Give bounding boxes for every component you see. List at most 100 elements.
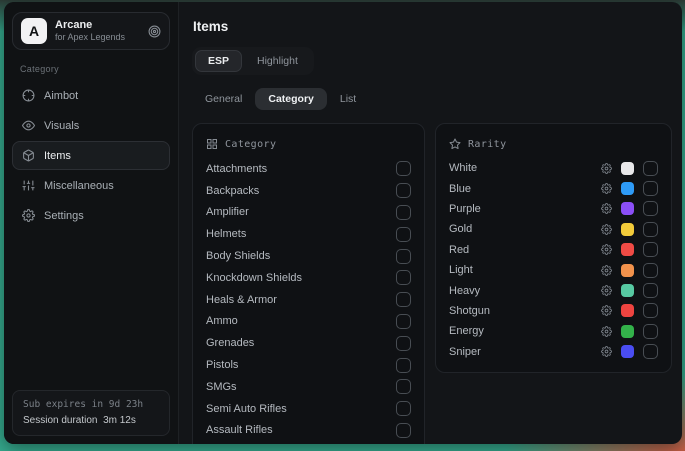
- color-swatch[interactable]: [621, 284, 634, 297]
- category-row: Heals & Armor: [206, 289, 411, 311]
- color-swatch[interactable]: [621, 345, 634, 358]
- category-checkbox[interactable]: [396, 423, 411, 438]
- category-checkbox[interactable]: [396, 336, 411, 351]
- category-row-label: Ammo: [206, 315, 396, 327]
- rarity-row-label: Purple: [449, 203, 592, 215]
- category-row-label: Pistols: [206, 359, 396, 371]
- category-checkbox[interactable]: [396, 161, 411, 176]
- star-icon: [449, 138, 461, 150]
- rarity-row: White: [449, 158, 658, 178]
- category-checkbox[interactable]: [396, 227, 411, 242]
- tab-category[interactable]: Category: [255, 88, 327, 110]
- sliders-icon: [22, 179, 35, 192]
- tabs: GeneralCategoryList: [192, 88, 672, 110]
- gear-icon[interactable]: [601, 244, 612, 255]
- category-checkbox[interactable]: [396, 183, 411, 198]
- sub-expiry-text: Sub expires in 9d 23h: [23, 398, 159, 413]
- sidebar-section-label: Category: [20, 64, 170, 74]
- app-window: A Arcane for Apex Legends Category Aimbo…: [4, 2, 682, 444]
- session-duration-text: Session duration 3m 12s: [23, 413, 159, 429]
- category-row-label: Body Shields: [206, 250, 396, 262]
- rarity-row-label: Energy: [449, 325, 592, 337]
- rarity-checkbox[interactable]: [643, 283, 658, 298]
- category-checkbox[interactable]: [396, 292, 411, 307]
- color-swatch[interactable]: [621, 243, 634, 256]
- category-row: Ammo: [206, 311, 411, 333]
- gear-icon[interactable]: [601, 163, 612, 174]
- color-swatch[interactable]: [621, 182, 634, 195]
- rarity-checkbox[interactable]: [643, 222, 658, 237]
- rarity-row-label: Red: [449, 244, 592, 256]
- category-checkbox[interactable]: [396, 205, 411, 220]
- category-checkbox[interactable]: [396, 249, 411, 264]
- gear-icon[interactable]: [601, 224, 612, 235]
- rarity-row-label: Heavy: [449, 285, 592, 297]
- rarity-checkbox[interactable]: [643, 201, 658, 216]
- gear-icon[interactable]: [601, 346, 612, 357]
- rarity-checkbox[interactable]: [643, 181, 658, 196]
- gear-icon[interactable]: [601, 265, 612, 276]
- rarity-checkbox[interactable]: [643, 303, 658, 318]
- color-swatch[interactable]: [621, 223, 634, 236]
- gear-icon[interactable]: [601, 305, 612, 316]
- category-row: Assault Rifles: [206, 420, 411, 442]
- page-title: Items: [193, 19, 672, 34]
- gear-icon[interactable]: [601, 203, 612, 214]
- crosshair-icon: [22, 89, 35, 102]
- sidebar-item-label: Visuals: [44, 120, 79, 132]
- category-checkbox[interactable]: [396, 401, 411, 416]
- mode-highlight[interactable]: Highlight: [244, 50, 311, 72]
- sidebar-item-settings[interactable]: Settings: [12, 201, 170, 230]
- sidebar-item-items[interactable]: Items: [12, 141, 170, 170]
- target-icon[interactable]: [148, 25, 161, 38]
- category-row: Helmets: [206, 223, 411, 245]
- color-swatch[interactable]: [621, 264, 634, 277]
- rarity-checkbox[interactable]: [643, 263, 658, 278]
- grid-icon: [206, 138, 218, 150]
- category-row: Pistols: [206, 354, 411, 376]
- tab-list[interactable]: List: [327, 88, 369, 110]
- category-panel-title: Category: [225, 139, 276, 150]
- rarity-row: Gold: [449, 219, 658, 239]
- rarity-checkbox[interactable]: [643, 161, 658, 176]
- category-row-label: Semi Auto Rifles: [206, 403, 396, 415]
- rarity-row-label: Sniper: [449, 346, 592, 358]
- mode-esp[interactable]: ESP: [195, 50, 242, 72]
- gear-icon[interactable]: [601, 285, 612, 296]
- rarity-checkbox[interactable]: [643, 242, 658, 257]
- sidebar-item-visuals[interactable]: Visuals: [12, 111, 170, 140]
- sidebar: A Arcane for Apex Legends Category Aimbo…: [4, 2, 179, 444]
- category-row: Attachments: [206, 158, 411, 180]
- category-row: Grenades: [206, 332, 411, 354]
- rarity-checkbox[interactable]: [643, 344, 658, 359]
- category-checkbox[interactable]: [396, 358, 411, 373]
- rarity-row: Blue: [449, 178, 658, 198]
- main-content: Items ESPHighlight GeneralCategoryList C…: [179, 2, 682, 444]
- category-row: SMGs: [206, 376, 411, 398]
- sidebar-item-label: Items: [44, 150, 71, 162]
- color-swatch[interactable]: [621, 325, 634, 338]
- session-card: Sub expires in 9d 23h Session duration 3…: [12, 390, 170, 436]
- rarity-checkbox[interactable]: [643, 324, 658, 339]
- color-swatch[interactable]: [621, 162, 634, 175]
- sidebar-item-miscellaneous[interactable]: Miscellaneous: [12, 171, 170, 200]
- gear-icon[interactable]: [601, 326, 612, 337]
- category-checkbox[interactable]: [396, 314, 411, 329]
- app-title: Arcane: [55, 19, 140, 33]
- color-swatch[interactable]: [621, 304, 634, 317]
- rarity-row-label: Light: [449, 264, 592, 276]
- sidebar-item-label: Settings: [44, 210, 84, 222]
- sidebar-item-aimbot[interactable]: Aimbot: [12, 81, 170, 110]
- category-checkbox[interactable]: [396, 379, 411, 394]
- category-panel: Category AttachmentsBackpacksAmplifierHe…: [192, 123, 425, 444]
- gear-icon[interactable]: [601, 183, 612, 194]
- category-row: Amplifier: [206, 202, 411, 224]
- color-swatch[interactable]: [621, 202, 634, 215]
- category-row-label: Amplifier: [206, 206, 396, 218]
- category-row-label: Attachments: [206, 163, 396, 175]
- category-row: LMGs: [206, 441, 411, 444]
- category-row-label: Helmets: [206, 228, 396, 240]
- tab-general[interactable]: General: [192, 88, 255, 110]
- rarity-row: Shotgun: [449, 301, 658, 321]
- category-checkbox[interactable]: [396, 270, 411, 285]
